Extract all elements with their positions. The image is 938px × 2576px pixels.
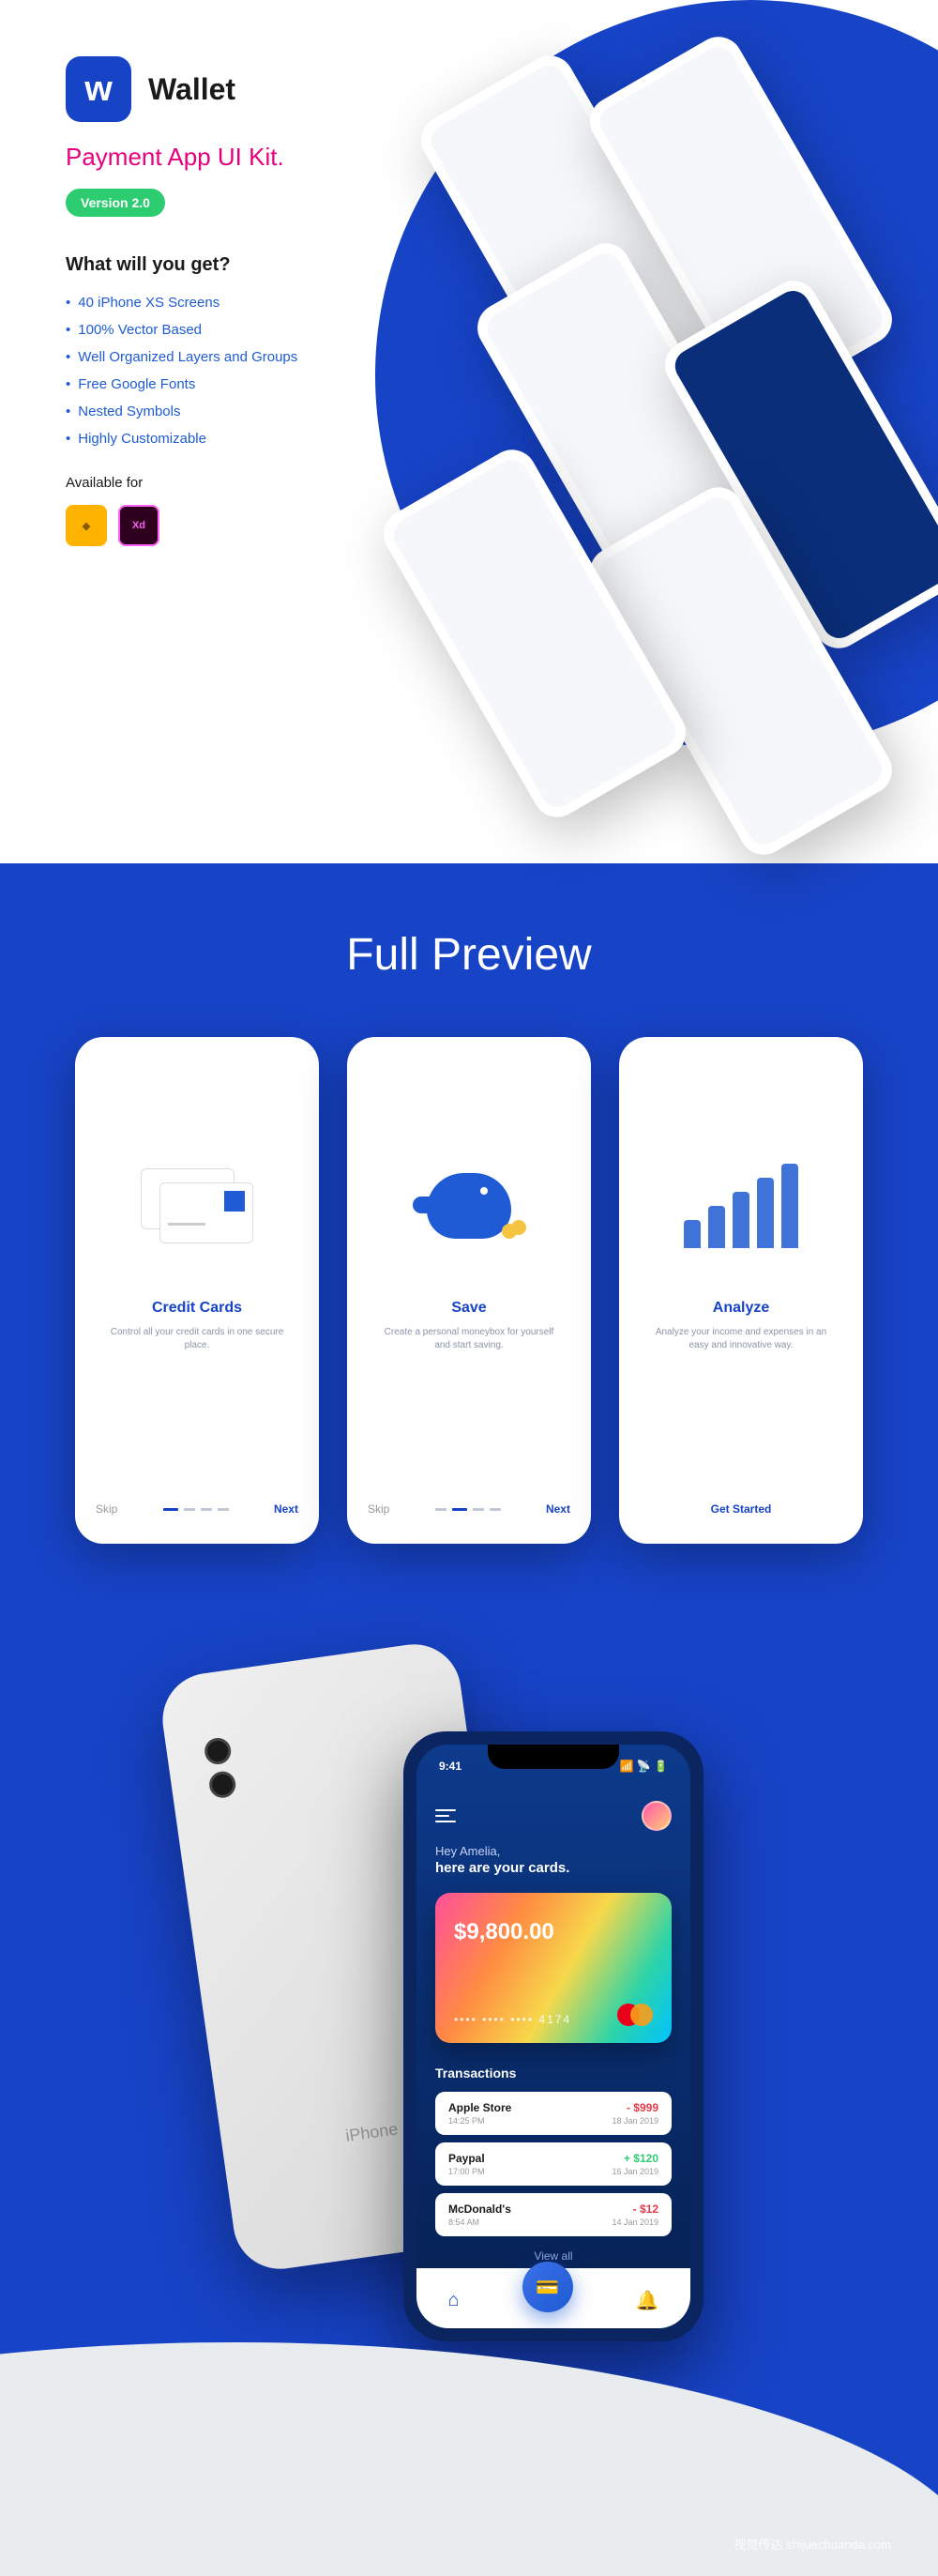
credit-card[interactable]: $9,800.00 •••• •••• •••• 4174 — [435, 1893, 672, 2043]
notch — [488, 1745, 619, 1769]
next-button[interactable]: Next — [274, 1502, 298, 1516]
trans-amount: + $120 — [624, 2152, 658, 2165]
camera-icon — [203, 1733, 260, 1814]
subtitle: Payment App UI Kit. — [66, 143, 872, 172]
onboarding-screen-3: Analyze Analyze your income and expenses… — [619, 1037, 863, 1544]
transactions-title: Transactions — [435, 2065, 672, 2081]
feature-item: Highly Customizable — [66, 431, 872, 447]
greeting-text: Hey Amelia, — [435, 1844, 672, 1858]
feature-item: Free Google Fonts — [66, 376, 872, 392]
trans-amount: - $12 — [633, 2203, 658, 2216]
app-logo: w — [66, 56, 131, 122]
pager-dots — [163, 1508, 229, 1511]
feature-item: Nested Symbols — [66, 404, 872, 419]
trans-date: 14 Jan 2019 — [612, 2218, 658, 2227]
fab-button[interactable]: 💳 — [522, 2262, 573, 2312]
iphone-label: iPhone — [344, 2119, 399, 2146]
transactions-list: Apple Store - $999 14:25 PM 18 Jan 2019 Pa… — [435, 2092, 672, 2236]
hero-section: w Wallet Payment App UI Kit. Version 2.0… — [0, 0, 938, 863]
version-badge: Version 2.0 — [66, 189, 165, 217]
feature-item: Well Organized Layers and Groups — [66, 349, 872, 365]
iphone-front-view: 9:41 📶 📡 🔋 Hey Amelia, here are your car… — [403, 1731, 704, 2341]
screen-title: Credit Cards — [96, 1300, 298, 1317]
sketch-icon: ◆ — [66, 505, 107, 546]
bell-icon[interactable]: 🔔 — [636, 2289, 659, 2312]
bottom-mockup: iPhone 9:41 📶 📡 🔋 Hey Amelia, here are y… — [47, 1619, 891, 2463]
preview-title: Full Preview — [47, 929, 891, 981]
trans-date: 18 Jan 2019 — [612, 2116, 658, 2126]
card-number: •••• •••• •••• 4174 — [454, 2013, 571, 2026]
status-icons: 📶 📡 🔋 — [620, 1760, 669, 1773]
greeting-bold: here are your cards. — [435, 1860, 672, 1876]
view-all-link[interactable]: View all — [435, 2249, 672, 2263]
screen-title: Analyze — [640, 1300, 842, 1317]
app-screen: 9:41 📶 📡 🔋 Hey Amelia, here are your car… — [416, 1745, 690, 2328]
trans-time: 14:25 PM — [448, 2116, 485, 2126]
card-balance: $9,800.00 — [454, 1919, 653, 1945]
trans-name: Paypal — [448, 2152, 485, 2165]
features-list: 40 iPhone XS Screens 100% Vector Based W… — [66, 295, 872, 447]
mastercard-icon — [617, 2004, 653, 2026]
next-button[interactable]: Next — [546, 1502, 570, 1516]
home-icon[interactable]: ⌂ — [448, 2290, 460, 2311]
onboarding-screen-2: Save Create a personal moneybox for your… — [347, 1037, 591, 1544]
piggy-bank-icon — [368, 1112, 570, 1300]
trans-date: 16 Jan 2019 — [612, 2167, 658, 2176]
features-title: What will you get? — [66, 254, 872, 276]
app-name: Wallet — [148, 72, 235, 107]
bar-chart-icon — [640, 1112, 842, 1300]
tool-icons: ◆ Xd — [66, 505, 872, 546]
screen-desc: Create a personal moneybox for yourself … — [368, 1326, 570, 1352]
get-started-button[interactable]: Get Started — [640, 1502, 842, 1516]
trans-time: 17:00 PM — [448, 2167, 485, 2176]
screen-desc: Control all your credit cards in one sec… — [96, 1326, 298, 1352]
logo-letter: w — [84, 69, 113, 110]
trans-name: McDonald's — [448, 2203, 511, 2216]
available-label: Available for — [66, 475, 872, 491]
status-time: 9:41 — [439, 1760, 461, 1773]
pager-dots — [435, 1508, 501, 1511]
avatar[interactable] — [642, 1801, 672, 1831]
transaction-item[interactable]: McDonald's - $12 8:54 AM 14 Jan 2019 — [435, 2193, 672, 2236]
trans-amount: - $999 — [627, 2101, 658, 2114]
onboarding-screen-1: Credit Cards Control all your credit car… — [75, 1037, 319, 1544]
xd-icon: Xd — [118, 505, 159, 546]
credit-cards-icon — [96, 1112, 298, 1300]
trans-time: 8:54 AM — [448, 2218, 479, 2227]
screen-desc: Analyze your income and expenses in an e… — [640, 1326, 842, 1352]
skip-button[interactable]: Skip — [96, 1502, 117, 1516]
bottom-nav: ⌂ 💳 🔔 — [416, 2268, 690, 2328]
onboarding-screens: Credit Cards Control all your credit car… — [47, 1037, 891, 1544]
menu-icon[interactable] — [435, 1809, 456, 1822]
transaction-item[interactable]: Apple Store - $999 14:25 PM 18 Jan 2019 — [435, 2092, 672, 2135]
screen-title: Save — [368, 1300, 570, 1317]
logo-row: w Wallet — [66, 56, 872, 122]
watermark: 视觉传达 shijuechuanda.com — [734, 2535, 891, 2553]
feature-item: 40 iPhone XS Screens — [66, 295, 872, 311]
feature-item: 100% Vector Based — [66, 322, 872, 338]
transaction-item[interactable]: Paypal + $120 17:00 PM 16 Jan 2019 — [435, 2142, 672, 2186]
trans-name: Apple Store — [448, 2101, 511, 2114]
skip-button[interactable]: Skip — [368, 1502, 389, 1516]
preview-section: Full Preview Credit Cards Control all yo… — [0, 863, 938, 2576]
